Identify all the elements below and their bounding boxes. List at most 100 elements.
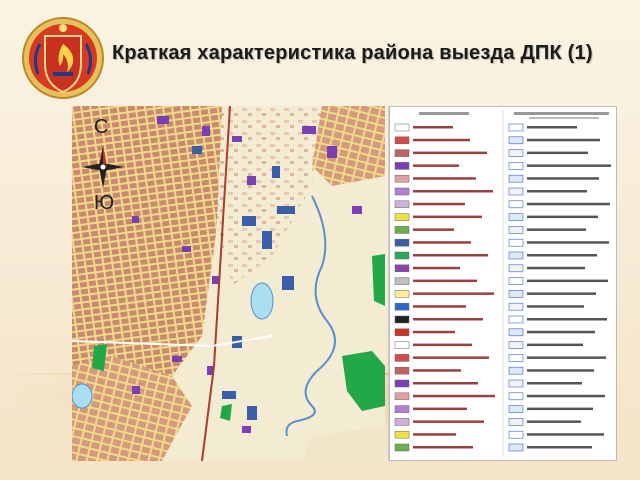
- legend-text-line: [527, 292, 596, 295]
- legend-symbol: [508, 315, 524, 324]
- legend-swatch: [394, 418, 410, 426]
- legend-text-line: [413, 369, 461, 372]
- legend-text-line: [413, 292, 494, 295]
- legend-text-line: [413, 190, 493, 193]
- legend-text-line: [413, 356, 489, 359]
- legend-text-line: [413, 433, 456, 436]
- legend-symbol: [508, 187, 524, 196]
- legend-text-line: [527, 318, 607, 321]
- legend-symbol: [508, 354, 524, 362]
- legend-text-line: [527, 164, 611, 167]
- legend-swatch: [394, 213, 410, 221]
- legend-text-line: [413, 407, 467, 411]
- legend-symbol: [508, 226, 524, 234]
- legend-symbol: [508, 341, 524, 349]
- legend-text-line: [527, 241, 609, 244]
- legend-symbol: [508, 200, 524, 209]
- legend-text-line: [527, 446, 592, 449]
- legend-swatch: [394, 200, 410, 209]
- residential-area-northeast: [312, 106, 385, 186]
- compass-north-label: С: [94, 116, 109, 138]
- compass-rose-icon: [82, 146, 124, 188]
- legend-symbol: [508, 290, 524, 298]
- pond: [72, 383, 93, 409]
- legend-symbol: [508, 136, 524, 145]
- legend-text-line: [527, 407, 593, 411]
- legend-swatch: [394, 162, 410, 170]
- legend-text-line: [413, 266, 460, 270]
- legend-swatch: [394, 302, 410, 311]
- legend-text-line: [413, 254, 488, 257]
- legend-text-line: [413, 177, 476, 180]
- legend-text-line: [413, 126, 453, 129]
- legend-swatch: [394, 226, 410, 234]
- legend-text-line: [527, 279, 608, 283]
- legend-swatch: [394, 136, 410, 145]
- legend-symbol: [508, 251, 524, 260]
- legend-swatch: [394, 238, 410, 247]
- legend-text-line: [527, 369, 594, 372]
- legend-text-line: [413, 305, 466, 308]
- legend-text-line: [413, 330, 455, 334]
- legend-swatch: [394, 123, 410, 132]
- legend-symbol: [508, 392, 524, 401]
- legend-text-line: [527, 394, 605, 398]
- legend-text-line: [413, 343, 472, 347]
- legend-swatch: [394, 264, 410, 273]
- legend-symbol: [508, 174, 524, 183]
- legend-text-line: [413, 241, 471, 244]
- legend-text-line: [413, 318, 483, 321]
- legend-text-line: [413, 420, 484, 423]
- legend-text-line: [527, 382, 582, 385]
- legend-symbol: [508, 213, 524, 221]
- legend-text-line: [413, 151, 487, 155]
- legend-text-line: [527, 356, 606, 359]
- legend-text-line: [527, 177, 599, 180]
- legend-text-line: [527, 190, 587, 193]
- legend-swatch: [394, 366, 410, 375]
- legend-text-line: [527, 151, 588, 155]
- legend-symbol: [508, 443, 524, 452]
- legend-text-line: [413, 202, 465, 206]
- legend-swatch: [394, 277, 410, 285]
- legend-text-line: [527, 266, 585, 270]
- legend-swatch: [394, 341, 410, 349]
- legend-swatch: [394, 392, 410, 401]
- legend-text-line: [527, 138, 600, 142]
- legend-text-line: [527, 420, 581, 423]
- legend-symbol: [508, 149, 524, 157]
- legend-symbol: [508, 123, 524, 132]
- legend-symbol: [508, 264, 524, 273]
- lake: [250, 282, 274, 320]
- legend-text-line: [527, 305, 584, 308]
- legend-symbol: [508, 277, 524, 285]
- legend-text-line: [413, 446, 473, 449]
- legend-symbol: [508, 430, 524, 439]
- legend-swatch: [394, 315, 410, 324]
- legend-text-line: [413, 138, 470, 142]
- legend-swatch: [394, 443, 410, 452]
- legend-swatch: [394, 405, 410, 413]
- legend-text-line: [527, 202, 610, 206]
- legend-text-line: [527, 228, 586, 231]
- map-legend: [388, 106, 617, 461]
- compass-south-label: Ю: [94, 192, 115, 214]
- legend-text-line: [413, 394, 495, 398]
- legend-text-line: [527, 254, 597, 257]
- legend-swatch: [394, 149, 410, 157]
- legend-text-line: [413, 164, 459, 167]
- legend-swatch: [394, 354, 410, 362]
- legend-swatch: [394, 328, 410, 337]
- legend-text-line: [527, 433, 604, 436]
- legend-text-line: [413, 279, 477, 283]
- legend-swatch: [394, 174, 410, 183]
- legend-symbol: [508, 405, 524, 413]
- legend-symbol: [508, 162, 524, 170]
- legend-text-line: [527, 343, 583, 347]
- legend-text-line: [527, 126, 577, 129]
- legend-symbol: [508, 238, 524, 247]
- legend-text-line: [527, 330, 595, 334]
- legend-symbol: [508, 418, 524, 426]
- fire-service-emblem-icon: [22, 17, 104, 99]
- legend-symbol: [508, 379, 524, 388]
